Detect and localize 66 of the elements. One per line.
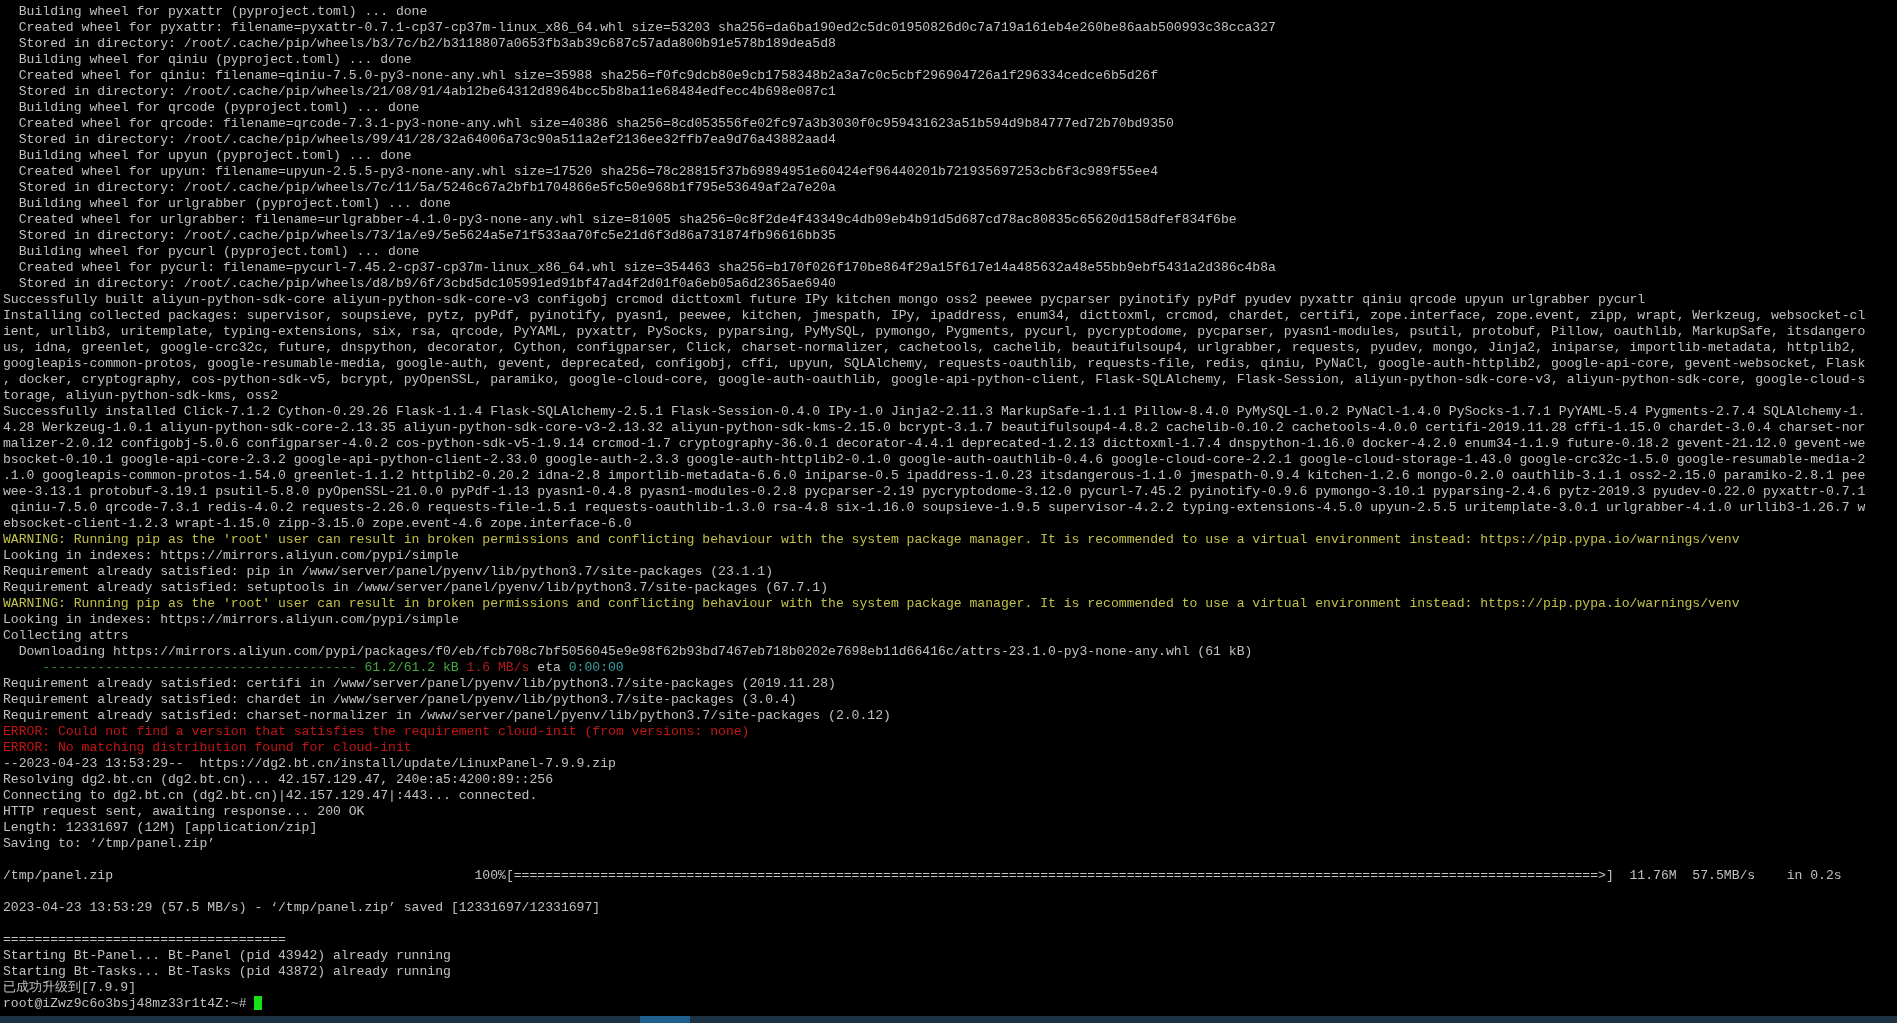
output-line: Connecting to dg2.bt.cn (dg2.bt.cn)|42.157.129.47|:443... connected. <box>3 788 538 803</box>
output-line: , docker, cryptography, cos-python-sdk-v5, bcrypt, pyOpenSSL, paramiko, google-cloud-core, google-auth-oauthlib, google-api-python-client, Flask-SQLAlchemy, Flask-Session, aliyun-python-sdk-core-v3, aliyun-python-sdk-core, google-cloud-s <box>3 372 1866 387</box>
output-line: malizer-2.0.12 configobj-5.0.6 configparser-4.0.2 cos-python-sdk-v5-1.9.14 crcmod-1.7 cryptography-36.0.1 decorator-4.4.1 deprecated-1.2.13 dicttoxml-1.7.4 dnspython-1.16.0 docker-4.2.0 enum34-1.1.9 future-0.18.2 gevent-21.12.0 gevent-we <box>3 436 1866 451</box>
output-line: Looking in indexes: https://mirrors.aliyun.com/pypi/simple <box>3 548 459 563</box>
output-line: Requirement already satisfied: chardet in /www/server/panel/pyenv/lib/python3.7/site-packages (3.0.4) <box>3 692 797 707</box>
error-line: ERROR: Could not find a version that satisfies the requirement cloud-init (from versions: none) <box>3 724 750 739</box>
output-line: Building wheel for qrcode (pyproject.toml) ... done <box>17 100 420 115</box>
output-line: ient, urllib3, uritemplate, typing-extensions, six, rsa, qrcode, PyYAML, pyxattr, PySocks, pyparsing, PyMySQL, pymongo, Pygments, pycurl, pycryptodome, pycparser, pyasn1-modules, psutil, protobuf, Pillow, oauthlib, MarkupSafe, itsdangero <box>3 324 1866 339</box>
output-line: HTTP request sent, awaiting response... 200 OK <box>3 804 365 819</box>
output-line: Building wheel for upyun (pyproject.toml) ... done <box>17 148 412 163</box>
output-line: Created wheel for pyxattr: filename=pyxattr-0.7.1-cp37-cp37m-linux_x86_64.whl size=53203 sha256=da6ba190ed2c5dc01950826d0c7a719a161eb4e260be86aab500993c38cca327 <box>17 20 1276 35</box>
output-line: Requirement already satisfied: charset-normalizer in /www/server/panel/pyenv/lib/python3.7/site-packages (2.0.12) <box>3 708 891 723</box>
output-line: Installing collected packages: supervisor, soupsieve, pytz, pyPdf, pyinotify, pyasn1, peewee, kitchen, jmespath, IPy, ipaddress, enum34, dicttoxml, crcmod, chardet, certifi, zope.interface, zope.event, zipp, wrapt, Werkzeug, websocket-cl <box>3 308 1866 323</box>
output-line: bsocket-0.10.1 google-api-core-2.3.2 google-api-python-client-2.33.0 google-auth-2.3.3 google-auth-httplib2-0.1.0 google-auth-oauthlib-0.4.6 google-cloud-core-2.2.1 google-cloud-storage-1.43.0 google-crc32c-1.5.0 google-resumable-media-2 <box>3 452 1866 467</box>
output-line: Requirement already satisfied: setuptools in /www/server/panel/pyenv/lib/python3.7/site-packages (67.7.1) <box>3 580 829 595</box>
output-line: 2023-04-23 13:53:29 (57.5 MB/s) - ‘/tmp/panel.zip’ saved [12331697/12331697] <box>3 900 601 915</box>
output-line: Starting Bt-Tasks... Bt-Tasks (pid 43872) already running <box>3 964 451 979</box>
output-line: googleapis-common-protos, google-resumable-media, google-auth, gevent, deprecated, configobj, cffi, upyun, SQLAlchemy, requests-oauthlib, requests-file, redis, qiniu, PyNaCl, google-auth-httplib2, google-api-core, gevent-websocket, Flask <box>3 356 1866 371</box>
output-line: Looking in indexes: https://mirrors.aliyun.com/pypi/simple <box>3 612 459 627</box>
output-line: Stored in directory: /root/.cache/pip/wheels/d8/b9/6f/3cbd5dc105991ed91bf47ad4f2d01f0a6eb05a6d2365ae6940 <box>17 276 836 291</box>
error-line: ERROR: No matching distribution found for cloud-init <box>3 740 412 755</box>
output-line: .1.0 googleapis-common-protos-1.54.0 greenlet-1.1.2 httplib2-0.20.2 idna-2.8 importlib-metadata-6.6.0 iniparse-0.5 ipaddress-1.0.23 itsdangerous-1.1.0 jmespath-0.9.4 kitchen-1.2.6 mongo-0.2.0 oauthlib-3.1.1 oss2-2.15.0 paramiko-2.8.1 pee <box>3 468 1866 483</box>
output-line: 4.28 Werkzeug-1.0.1 aliyun-python-sdk-core-2.13.35 aliyun-python-sdk-core-v3-2.13.32 aliyun-python-sdk-kms-2.15.0 bcrypt-3.1.7 beautifulsoup4-4.8.2 cachelib-0.10.2 cachetools-4.0.0 certifi-2019.11.28 cffi-1.15.0 chardet-3.0.4 charset-nor <box>3 420 1866 435</box>
output-line: Requirement already satisfied: certifi in /www/server/panel/pyenv/lib/python3.7/site-packages (2019.11.28) <box>3 676 836 691</box>
warning-line: WARNING: Running pip as the 'root' user can result in broken permissions and conflicting behaviour with the system package manager. It is recommended to use a virtual environment instead: https://pip.pypa.io/warnings/venv <box>3 532 1740 547</box>
output-line: Created wheel for upyun: filename=upyun-2.5.5-py3-none-any.whl size=17520 sha256=78c28815f37b69894951e60424ef96440201b721935697253cb6f3c989f55ee4 <box>17 164 1159 179</box>
shell-prompt: root@iZwz9c6o3bsj48mz33r1t4Z:~# <box>3 996 247 1011</box>
output-line: Requirement already satisfied: pip in /www/server/panel/pyenv/lib/python3.7/site-packages (23.1.1) <box>3 564 774 579</box>
output-line: Building wheel for qiniu (pyproject.toml) ... done <box>17 52 412 67</box>
output-line: Building wheel for pycurl (pyproject.toml) ... done <box>17 244 420 259</box>
output-line: Stored in directory: /root/.cache/pip/wheels/21/08/91/4ab12be64312d8964bcc5b8ba11e68484edfecc4b698e087c1 <box>17 84 836 99</box>
output-line: Resolving dg2.bt.cn (dg2.bt.cn)... 42.157.129.47, 240e:a5:4200:89::256 <box>3 772 554 787</box>
eta-time: 0:00:00 <box>568 660 624 675</box>
download-size: 61.2/61.2 kB <box>364 660 459 675</box>
output-line: Saving to: ‘/tmp/panel.zip’ <box>3 836 216 851</box>
output-line: Created wheel for urlgrabber: filename=urlgrabber-4.1.0-py3-none-any.whl size=81005 sha256=0c8f2de4f43349c4db09eb4b91d5d687cd78ac80835c65620d158dfef834f6be <box>17 212 1237 227</box>
output-line: Stored in directory: /root/.cache/pip/wheels/99/41/28/32a64006a73c90a511a2ef2136ee32ffb7ea9d76a43882aad4 <box>17 132 836 147</box>
output-line: Created wheel for qrcode: filename=qrcode-7.3.1-py3-none-any.whl size=40386 sha256=8cd053556fe02fc97a3b3030f0c959431623a51b594d9b84777ed72b70bd9350 <box>17 116 1174 131</box>
output-line: wee-3.13.1 protobuf-3.19.1 psutil-5.8.0 pyOpenSSL-21.0.0 pyPdf-1.13 pyasn1-0.4.8 pyasn1-modules-0.2.8 pycparser-2.19 pycryptodome-3.12.0 pycurl-7.45.2 pyinotify-0.9.6 pymongo-3.10.1 pyparsing-2.4.6 pytz-2019.3 pyudev-0.22.0 pyxattr-0.7.1 <box>3 484 1866 499</box>
progress-dashes-text: ---------------------------------------- <box>41 660 357 675</box>
output-line: Successfully installed Click-7.1.2 Cython-0.29.26 Flask-1.1.4 Flask-SQLAlchemy-2.5.1 Flask-Session-0.4.0 IPy-1.0 Jinja2-2.11.3 MarkupSafe-1.1.1 Pillow-8.4.0 PyMySQL-1.0.2 PyNaCl-1.4.0 PySocks-1.7.1 PyYAML-5.4 Pygments-2.7.4 SQLAlchemy-1. <box>3 404 1866 419</box>
cursor <box>254 996 263 1010</box>
output-line: Downloading https://mirrors.aliyun.com/pypi/packages/f0/eb/fcb708c7bf5056045e9e98f62b93bd7467eb718b0202e7698eb11d66416c/attrs-23.1.0-py3-none-any.whl (61 kB) <box>17 644 1253 659</box>
output-line: /tmp/panel.zip 100%[==========================================================================================================================================>] 11.76M 57.5MB/s in 0.2s <box>3 868 1842 883</box>
output-line: Collecting attrs <box>3 628 129 643</box>
output-line: 已成功升级到[7.9.9] <box>3 980 136 995</box>
output-line: Created wheel for pycurl: filename=pycurl-7.45.2-cp37-cp37m-linux_x86_64.whl size=354463 sha256=b170f026f170be864f29a15f617e14a485632a48e55bb9ebf5431a2d386c4b8a <box>17 260 1276 275</box>
output-line: qiniu-7.5.0 qrcode-7.3.1 redis-4.0.2 requests-2.26.0 requests-file-1.5.1 requests-oauthlib-1.3.0 rsa-4.8 six-1.16.0 soupsieve-1.9.5 supervisor-4.2.2 typing-extensions-4.5.0 upyun-2.5.5 uritemplate-3.0.1 urlgrabber-4.1.0 urllib3-1.26.7 w <box>9 500 1866 515</box>
output-line: Building wheel for urlgrabber (pyproject.toml) ... done <box>17 196 451 211</box>
output-line: ebsocket-client-1.2.3 wrapt-1.15.0 zipp-3.15.0 zope.event-4.6 zope.interface-6.0 <box>3 516 632 531</box>
output-line: torage, aliyun-python-sdk-kms, oss2 <box>3 388 278 403</box>
output-line: Starting Bt-Panel... Bt-Panel (pid 43942) already running <box>3 948 451 963</box>
output-text: eta <box>537 660 561 675</box>
output-line: Building wheel for pyxattr (pyproject.toml) ... done <box>17 4 428 19</box>
output-line: ==================================== <box>3 932 286 947</box>
output-line: Length: 12331697 (12M) [application/zip] <box>3 820 318 835</box>
output-line: Stored in directory: /root/.cache/pip/wheels/73/1a/e9/5e5624a5e71f533aa70fc5e21d6f3d86a731874fb96616bb35 <box>17 228 836 243</box>
download-rate: 1.6 MB/s <box>466 660 530 675</box>
output-line: us, idna, greenlet, google-crc32c, future, dnspython, decorator, Cython, configparser, Click, charset-normalizer, cachetools, cachelib, beautifulsoup4, urlgrabber, requests, pyudev, mongo, Jinja2, iniparse, importlib-metadata, httplib2, <box>3 340 1858 355</box>
warning-line: WARNING: Running pip as the 'root' user can result in broken permissions and conflicting behaviour with the system package manager. It is recommended to use a virtual environment instead: https://pip.pypa.io/warnings/venv <box>3 596 1740 611</box>
output-line: Stored in directory: /root/.cache/pip/wheels/b3/7c/b2/b3118807a0653fb3ab39c687c57ada800b91e578b189dea5d8 <box>17 36 836 51</box>
output-line: Created wheel for qiniu: filename=qiniu-7.5.0-py3-none-any.whl size=35988 sha256=f0fc9dcb80e9cb1758348b2a3a7c0c5cbf296904726a1f296334cedce6b5d26f <box>17 68 1159 83</box>
output-line: Successfully built aliyun-python-sdk-core aliyun-python-sdk-core-v3 configobj crcmod dicttoxml future IPy kitchen mongo oss2 peewee pycparser pyinotify pyPdf pyudev pyxattr qiniu qrcode upyun urlgrabber pycurl <box>3 292 1646 307</box>
bar-highlight <box>640 1016 690 1023</box>
output-line: Stored in directory: /root/.cache/pip/wheels/7c/11/5a/5246c67a2bfb1704866e5fc50e968b1f795e53649af2a7e20a <box>17 180 836 195</box>
output-line: --2023-04-23 13:53:29-- https://dg2.bt.cn/install/update/LinuxPanel-7.9.9.zip <box>3 756 616 771</box>
